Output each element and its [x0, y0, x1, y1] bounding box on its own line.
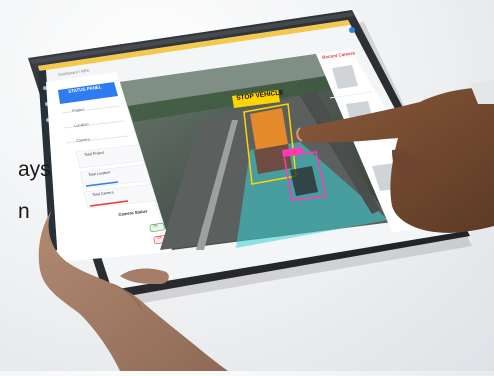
photo-scene: ays n Dashboard / NRC STATUS PANEL Proje…	[0, 0, 494, 371]
camera-indicator-icon	[349, 27, 355, 33]
scene-svg	[28, 10, 494, 371]
status-badge-off-label: Off	[157, 235, 162, 240]
left-text-fragment-2: n	[18, 200, 30, 223]
status-badge-on-label: On	[153, 223, 158, 228]
left-text-fragment-1: ays	[18, 158, 51, 181]
